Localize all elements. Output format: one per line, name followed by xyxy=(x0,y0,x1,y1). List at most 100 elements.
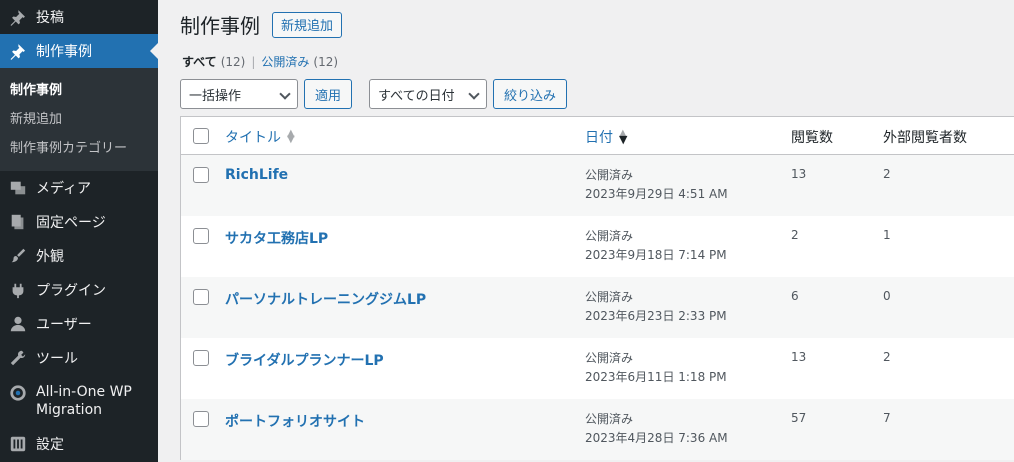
row-external-views: 7 xyxy=(883,411,891,425)
filter-published-count: (12) xyxy=(313,55,339,69)
row-views: 13 xyxy=(791,167,807,181)
sort-icon: ▲ ▼ xyxy=(287,128,295,145)
date-filter-value: すべての日付 xyxy=(378,88,455,104)
menu-appearance-label: 外観 xyxy=(36,249,64,265)
row-checkbox[interactable] xyxy=(193,228,209,244)
menu-tools[interactable]: ツール xyxy=(0,341,158,375)
row-date: 2023年4月28日 7:36 AM xyxy=(585,431,728,445)
works-submenu: 制作事例 新規追加 制作事例カテゴリー xyxy=(0,68,158,171)
row-status: 公開済み xyxy=(585,290,634,304)
add-new-button[interactable]: 新規追加 xyxy=(272,11,343,38)
menu-posts[interactable]: 投稿 xyxy=(0,0,158,34)
page-icon xyxy=(8,212,28,232)
apply-button[interactable]: 適用 xyxy=(304,79,353,109)
filter-published-label: 公開済み xyxy=(261,55,310,69)
page-header: 制作事例 新規追加 xyxy=(180,10,343,39)
pin-icon xyxy=(8,7,28,27)
chevron-down-icon xyxy=(468,88,480,100)
row-date: 2023年9月18日 7:14 PM xyxy=(585,248,727,262)
column-title-label: タイトル xyxy=(225,130,281,146)
table-row: パーソナルトレーニングジムLP 公開済み 2023年6月23日 2:33 PM … xyxy=(181,277,1014,338)
menu-plugins[interactable]: プラグイン xyxy=(0,273,158,307)
select-all-checkbox[interactable] xyxy=(193,128,209,144)
row-status: 公開済み xyxy=(585,229,634,243)
row-views: 6 xyxy=(791,289,799,303)
menu-posts-label: 投稿 xyxy=(36,10,64,26)
submenu-works-list[interactable]: 制作事例 xyxy=(0,76,158,105)
table-row: ポートフォリオサイト 公開済み 2023年4月28日 7:36 AM 57 7 xyxy=(181,399,1014,460)
row-title-link[interactable]: RichLife xyxy=(225,167,288,183)
filter-button[interactable]: 絞り込み xyxy=(493,79,568,109)
filter-all-count: (12) xyxy=(220,55,246,69)
row-views: 13 xyxy=(791,350,807,364)
filter-published-link[interactable]: 公開済み (12) xyxy=(261,53,338,70)
submenu-add-new[interactable]: 新規追加 xyxy=(0,105,158,134)
menu-all-in-one-migration[interactable]: All-in-One WP Migration xyxy=(0,375,158,427)
filter-all-label: すべて xyxy=(182,55,217,69)
row-external-views: 0 xyxy=(883,289,891,303)
menu-pages-label: 固定ページ xyxy=(36,215,106,231)
row-status: 公開済み xyxy=(585,412,634,426)
menu-tools-label: ツール xyxy=(36,351,78,367)
row-views: 57 xyxy=(791,411,807,425)
brush-icon xyxy=(8,246,28,266)
bulk-action-select[interactable]: 一括操作 xyxy=(180,79,298,109)
menu-settings-label: 設定 xyxy=(36,437,64,453)
posts-table: タイトル ▲ ▼ 日付 ▲ ▼ 閲覧数 外部閲覧者数 RichLife 公開済み 2… xyxy=(180,116,1014,460)
menu-users[interactable]: ユーザー xyxy=(0,307,158,341)
submenu-works-category[interactable]: 制作事例カテゴリー xyxy=(0,134,158,163)
media-icon xyxy=(8,178,28,198)
row-external-views: 2 xyxy=(883,350,891,364)
filter-all-link[interactable]: すべて (12) xyxy=(182,53,245,70)
menu-plugins-label: プラグイン xyxy=(36,283,106,299)
menu-media[interactable]: メディア xyxy=(0,171,158,205)
table-header: タイトル ▲ ▼ 日付 ▲ ▼ 閲覧数 外部閲覧者数 xyxy=(181,117,1014,155)
column-external-views: 外部閲覧者数 xyxy=(883,130,967,146)
row-title-link[interactable]: パーソナルトレーニングジムLP xyxy=(225,289,426,309)
row-external-views: 2 xyxy=(883,167,891,181)
menu-settings[interactable]: 設定 xyxy=(0,427,158,461)
sort-desc-icon: ▲ ▼ xyxy=(619,128,628,146)
row-checkbox[interactable] xyxy=(193,411,209,427)
row-date: 2023年6月23日 2:33 PM xyxy=(585,309,727,323)
date-filter-select[interactable]: すべての日付 xyxy=(369,79,488,109)
table-row: RichLife 公開済み 2023年9月29日 4:51 AM 13 2 xyxy=(181,155,1014,216)
plugin-icon xyxy=(8,280,28,300)
column-date-label: 日付 xyxy=(585,130,613,146)
menu-users-label: ユーザー xyxy=(36,317,92,333)
row-views: 2 xyxy=(791,228,799,242)
settings-icon xyxy=(8,434,28,454)
menu-pages[interactable]: 固定ページ xyxy=(0,205,158,239)
tablenav-top: 一括操作 適用 すべての日付 絞り込み xyxy=(180,79,568,109)
status-filter-links: すべて (12) | 公開済み (12) xyxy=(182,53,338,70)
row-checkbox[interactable] xyxy=(193,289,209,305)
pin-icon xyxy=(8,41,28,61)
menu-works-label: 制作事例 xyxy=(36,44,92,60)
table-row: ブライダルプランナーLP 公開済み 2023年6月11日 1:18 PM 13 … xyxy=(181,338,1014,399)
row-status: 公開済み xyxy=(585,351,634,365)
page-title: 制作事例 xyxy=(180,14,260,38)
column-date[interactable]: 日付 ▲ ▼ xyxy=(585,127,627,147)
menu-works[interactable]: 制作事例 xyxy=(0,34,158,68)
chevron-down-icon xyxy=(279,88,291,100)
wrench-icon xyxy=(8,348,28,368)
user-icon xyxy=(8,314,28,334)
row-date: 2023年6月11日 1:18 PM xyxy=(585,370,727,384)
row-checkbox[interactable] xyxy=(193,167,209,183)
column-views: 閲覧数 xyxy=(791,130,833,146)
migration-icon xyxy=(8,383,28,403)
menu-migration-label: All-in-One WP Migration xyxy=(36,384,132,418)
menu-appearance[interactable]: 外観 xyxy=(0,239,158,273)
bulk-action-value: 一括操作 xyxy=(189,88,242,104)
row-title-link[interactable]: ブライダルプランナーLP xyxy=(225,350,384,370)
admin-sidebar: 投稿 制作事例 制作事例 新規追加 制作事例カテゴリー メディア 固定ページ 外… xyxy=(0,0,158,462)
row-title-link[interactable]: サカタ工務店LP xyxy=(225,228,328,248)
row-checkbox[interactable] xyxy=(193,350,209,366)
row-external-views: 1 xyxy=(883,228,891,242)
row-status: 公開済み xyxy=(585,168,634,182)
row-date: 2023年9月29日 4:51 AM xyxy=(585,187,728,201)
filter-separator: | xyxy=(251,54,256,69)
column-title[interactable]: タイトル ▲ ▼ xyxy=(225,127,295,147)
menu-media-label: メディア xyxy=(36,181,92,197)
row-title-link[interactable]: ポートフォリオサイト xyxy=(225,411,365,431)
